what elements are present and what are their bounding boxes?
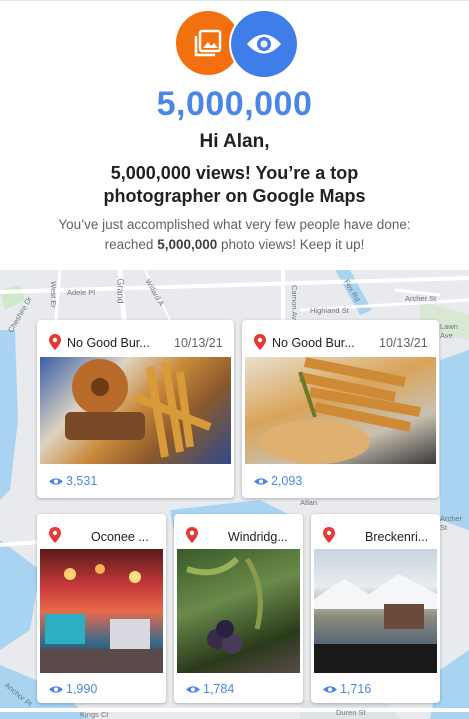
photo-card[interactable]: No Good Bur... 10/13/21 2,093 bbox=[242, 320, 439, 498]
map-label: Duren St bbox=[336, 708, 366, 717]
subtext: You’ve just accomplished what very few p… bbox=[58, 217, 411, 252]
map-label: Highland St bbox=[310, 306, 349, 315]
photo-card[interactable]: Oconee ... 1,990 bbox=[37, 514, 166, 703]
map-label: Archer St bbox=[405, 294, 437, 303]
photo-thumbnail[interactable] bbox=[40, 549, 163, 673]
greeting: Hi Alan, bbox=[199, 131, 270, 152]
map-label: West Er bbox=[48, 281, 58, 308]
photo-card[interactable]: Windridg... 1,784 bbox=[174, 514, 303, 703]
eye-icon bbox=[254, 478, 268, 485]
location-pin-icon bbox=[49, 334, 61, 350]
photo-thumbnail[interactable] bbox=[40, 357, 231, 464]
divider bbox=[0, 0, 469, 1]
views-count: 5,000,000 bbox=[156, 85, 313, 123]
header-section: 5,000,000 Hi Alan, 5,000,000 views! You’… bbox=[0, 0, 469, 270]
photo-views: 1,990 bbox=[66, 682, 98, 696]
eye-icon bbox=[49, 478, 63, 485]
photo-thumbnail[interactable] bbox=[314, 549, 437, 673]
map-label: Archer St bbox=[440, 514, 463, 532]
place-name: Oconee ... bbox=[91, 530, 149, 544]
photo-card[interactable]: No Good Bur... 10/13/21 3,531 bbox=[37, 320, 234, 498]
photo-views: 1,716 bbox=[340, 682, 372, 696]
photo-views: 3,531 bbox=[66, 474, 98, 488]
map-label: Lawn Ave bbox=[440, 322, 458, 340]
photo-thumbnail[interactable] bbox=[245, 357, 436, 464]
place-name: Breckenri... bbox=[365, 530, 429, 544]
photo-card[interactable]: Breckenri... 1,716 bbox=[311, 514, 440, 703]
place-name: No Good Bur... bbox=[272, 336, 355, 350]
photo-date: 10/13/21 bbox=[174, 336, 223, 350]
map-label: Kings Ct bbox=[80, 710, 109, 719]
map-background: Adele Pl Grand Willard A West Er Cheshir… bbox=[0, 270, 469, 719]
location-pin-icon bbox=[186, 527, 198, 543]
map-label: Atlan bbox=[300, 498, 318, 507]
location-pin-icon bbox=[254, 334, 266, 350]
headline-message: 5,000,000 views! You’re a top photograph… bbox=[103, 163, 366, 206]
photo-views: 1,784 bbox=[203, 682, 235, 696]
map-label: Carnon Ave bbox=[290, 284, 300, 325]
map-label: Adele Pl bbox=[67, 288, 95, 297]
map-label: Grand bbox=[115, 278, 126, 304]
photo-views: 2,093 bbox=[271, 474, 303, 488]
place-name: No Good Bur... bbox=[67, 336, 150, 350]
photo-thumbnail[interactable] bbox=[177, 549, 300, 673]
photo-date: 10/13/21 bbox=[379, 336, 428, 350]
location-pin-icon bbox=[49, 527, 61, 543]
eye-icon bbox=[186, 686, 200, 693]
eye-icon bbox=[323, 686, 337, 693]
location-pin-icon bbox=[323, 527, 335, 543]
place-name: Windridg... bbox=[228, 530, 288, 544]
eye-icon bbox=[231, 11, 297, 77]
eye-icon bbox=[49, 686, 63, 693]
